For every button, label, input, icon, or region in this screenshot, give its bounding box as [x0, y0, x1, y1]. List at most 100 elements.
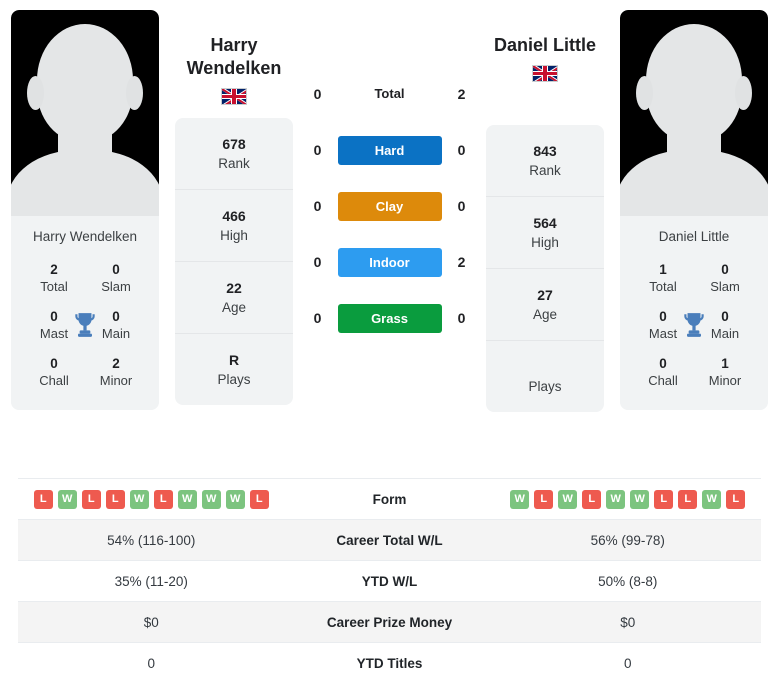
right-stat-cell: 0: [623, 655, 632, 671]
left-form-strip: LWLLWLWWWL: [22, 489, 281, 509]
head-to-head-column: 0 Total 2 0 Hard 0 0 Clay 0 0 Indoor 2 0…: [293, 10, 486, 346]
surface-grass-button[interactable]: Grass: [337, 303, 442, 333]
left-stat-cell: 0: [147, 655, 155, 671]
left-info-plays-label: Plays: [217, 372, 251, 387]
h2h-indoor-left-count: 0: [313, 254, 322, 270]
form-badge-l[interactable]: L: [81, 489, 101, 509]
stat-row-label: Form: [372, 491, 407, 507]
left-info-plays-value: R: [228, 352, 240, 368]
left-info-rank-value: 678: [222, 136, 246, 152]
left-titles-total: 2 Total: [29, 261, 79, 295]
right-info-high-label: High: [531, 235, 559, 250]
right-titles-total-label: Total: [649, 279, 677, 294]
trophy-icon: [681, 311, 707, 339]
right-stat-cell: 50% (8-8): [598, 573, 658, 589]
silhouette-ear-right-icon: [735, 76, 752, 110]
left-info-age-value: 22: [226, 280, 242, 296]
right-player-card[interactable]: Daniel Little 1 Total 0 Slam 0 Mast 0 Ma…: [620, 10, 768, 410]
left-player-info-card: 678 Rank 466 High 22 Age R Plays: [175, 118, 293, 405]
left-player-card[interactable]: Harry Wendelken 2 Total 0 Slam 0 Mast 0 …: [11, 10, 159, 410]
form-badge-w[interactable]: W: [201, 489, 221, 509]
right-titles-main: 0 Main: [700, 308, 750, 342]
h2h-indoor-button-wrap: Indoor: [337, 247, 442, 277]
right-info-high-value: 564: [533, 215, 557, 231]
h2h-total-label: Total: [374, 86, 405, 101]
right-titles-total-value: 1: [659, 262, 667, 277]
form-badge-w[interactable]: W: [510, 489, 530, 509]
form-badge-w[interactable]: W: [129, 489, 149, 509]
left-titles-total-value: 2: [50, 262, 58, 277]
left-titles-slam: 0 Slam: [91, 261, 141, 295]
h2h-hard-right-count: 0: [457, 142, 466, 158]
left-info-age-label: Age: [221, 300, 247, 315]
left-player-photo-column: Harry Wendelken 2 Total 0 Slam 0 Mast 0 …: [0, 10, 170, 410]
left-stat-cell: 54% (116-100): [107, 532, 196, 548]
right-player-name[interactable]: Daniel Little: [486, 10, 604, 57]
right-titles-minor-value: 1: [721, 356, 729, 371]
form-badge-l[interactable]: L: [153, 489, 173, 509]
right-titles-slam: 0 Slam: [700, 261, 750, 295]
form-badge-w[interactable]: W: [57, 489, 77, 509]
form-badge-l[interactable]: L: [582, 489, 602, 509]
left-player-name[interactable]: Harry Wendelken: [175, 10, 293, 80]
h2h-clay-right-count: 0: [457, 198, 466, 214]
form-badge-w[interactable]: W: [606, 489, 626, 509]
form-badge-l[interactable]: L: [105, 489, 125, 509]
form-badge-l[interactable]: L: [726, 489, 746, 509]
form-badge-w[interactable]: W: [558, 489, 578, 509]
left-titles-total-label: Total: [40, 279, 68, 294]
left-titles-chall-value: 0: [50, 356, 58, 371]
right-titles-main-label: Main: [710, 326, 740, 341]
h2h-grass-button-wrap: Grass: [337, 303, 442, 333]
right-titles-minor-label: Minor: [708, 373, 742, 388]
surface-indoor-button[interactable]: Indoor: [337, 247, 442, 277]
left-titles-chall-label: Chall: [39, 373, 69, 388]
stats-row: L W L L W L W W W L Form W L W L W W L L W L: [18, 478, 761, 519]
form-badge-l[interactable]: L: [249, 489, 269, 509]
left-info-high-label: High: [220, 228, 248, 243]
form-badge-l[interactable]: L: [534, 489, 554, 509]
right-info-high: 564 High: [486, 197, 604, 269]
silhouette-ear-left-icon: [27, 76, 44, 110]
right-info-rank-value: 843: [533, 143, 557, 159]
left-info-rank: 678 Rank: [175, 118, 293, 190]
right-info-rank-label: Rank: [529, 163, 561, 178]
form-badge-l[interactable]: L: [33, 489, 53, 509]
right-player-flag-wrap: [486, 57, 604, 95]
right-titles-row-1: 1 Total 0 Slam: [626, 257, 762, 304]
h2h-indoor-right-count: 2: [457, 254, 466, 270]
right-player-info-column: Daniel Little 843 Rank 564 High 27 Age P…: [486, 10, 604, 412]
right-info-rank: 843 Rank: [486, 125, 604, 197]
right-stat-cell: 56% (99-78): [590, 532, 665, 548]
form-badge-l[interactable]: L: [654, 489, 674, 509]
form-badge-w[interactable]: W: [630, 489, 650, 509]
h2h-total-right-count: 2: [457, 86, 466, 102]
left-stat-cell: $0: [143, 614, 159, 630]
left-titles-minor: 2 Minor: [91, 355, 141, 389]
left-titles-row-1: 2 Total 0 Slam: [17, 257, 153, 304]
right-info-plays-value: [490, 358, 600, 377]
right-info-plays: Plays: [486, 341, 604, 412]
stat-row-label: Career Total W/L: [336, 532, 443, 548]
stats-row: 0 YTD Titles 0: [18, 642, 761, 683]
gb-flag-icon: [221, 88, 247, 106]
right-titles-chall: 0 Chall: [638, 355, 688, 389]
left-titles-slam-value: 0: [112, 262, 120, 277]
left-stat-cell: 35% (11-20): [114, 573, 188, 589]
right-titles-slam-label: Slam: [710, 279, 740, 294]
stat-row-label: Career Prize Money: [326, 614, 453, 630]
surface-clay-button[interactable]: Clay: [337, 191, 442, 221]
right-stat-cell: $0: [620, 614, 636, 630]
comparison-header: Harry Wendelken 2 Total 0 Slam 0 Mast 0 …: [0, 0, 779, 478]
h2h-hard-button-wrap: Hard: [337, 135, 442, 165]
form-badge-w[interactable]: W: [177, 489, 197, 509]
form-badge-w[interactable]: W: [702, 489, 722, 509]
player-comparison-page: Harry Wendelken 2 Total 0 Slam 0 Mast 0 …: [0, 0, 779, 699]
stats-row: 35% (11-20) YTD W/L 50% (8-8): [18, 560, 761, 601]
left-player-name-line1: Harry: [210, 35, 258, 55]
left-titles-main-value: 0: [112, 309, 120, 324]
form-badge-w[interactable]: W: [225, 489, 245, 509]
surface-hard-button[interactable]: Hard: [337, 135, 442, 165]
left-player-avatar: [11, 10, 159, 216]
form-badge-l[interactable]: L: [678, 489, 698, 509]
